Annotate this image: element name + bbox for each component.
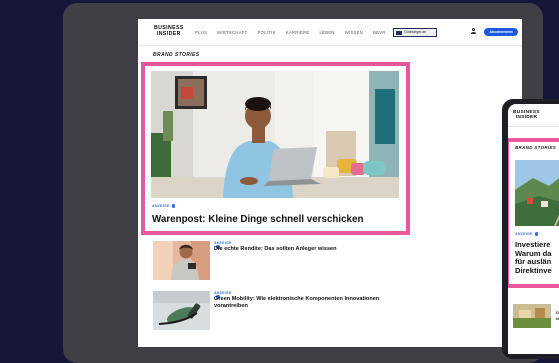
nav-item-karriere[interactable]: KARRIERE — [286, 30, 310, 35]
mobile-featured-image — [515, 160, 559, 226]
partner-badge[interactable]: Gütesiegel.de — [393, 28, 437, 37]
nav-item-bbvr[interactable]: BBVR — [373, 30, 386, 35]
article-thumbnail — [153, 291, 210, 330]
flag-icon — [396, 30, 402, 35]
divider — [508, 126, 559, 127]
phone-screen: BUSINESS INSIDER BRAND STORIES ANZEIGE I… — [508, 104, 559, 354]
nav-item-politik[interactable]: POLITIK — [258, 30, 276, 35]
mobile-site-logo[interactable]: BUSINESS INSIDER — [513, 110, 540, 120]
site-logo[interactable]: BUSINESS INSIDER — [154, 25, 184, 37]
article-thumbnail — [153, 241, 210, 280]
mobile-featured-title[interactable]: Investiere Warum da für auslän Direktinv… — [515, 240, 552, 275]
mobile-ad-tag: ANZEIGE — [515, 232, 539, 236]
nav-item-leben[interactable]: LEBEN — [320, 30, 335, 35]
info-icon — [171, 204, 176, 208]
info-icon — [534, 232, 539, 236]
site-header: BUSINESS INSIDER PLUS WIRTSCHAFT POLITIK… — [138, 19, 522, 46]
subscribe-button[interactable]: Abonnement — [484, 27, 518, 36]
featured-article-card[interactable]: ANZEIGE Warenpost: Kleine Dinge schnell … — [141, 62, 410, 235]
article-title[interactable]: Die echte Rendite: Das sollten Anleger w… — [214, 246, 394, 253]
nav-item-wirtschaft[interactable]: WIRTSCHAFT — [217, 30, 247, 35]
nav-item-wissen[interactable]: WISSEN — [345, 30, 363, 35]
main-nav: PLUS WIRTSCHAFT POLITIK KARRIERE LEBEN W… — [195, 30, 386, 35]
featured-ad-tag: ANZEIGE — [152, 204, 176, 208]
nav-item-plus[interactable]: PLUS — [195, 30, 207, 35]
article-title[interactable]: Green Mobility: Wie elektronische Kompon… — [214, 296, 394, 310]
mobile-section-title: BRAND STORIES — [515, 145, 557, 150]
section-title: BRAND STORIES — [153, 52, 200, 58]
mobile-article-title[interactable]: D N — [556, 310, 559, 321]
mobile-featured-card[interactable]: BRAND STORIES ANZEIGE Investiere Warum d… — [508, 138, 559, 288]
user-icon[interactable] — [471, 28, 476, 34]
featured-image — [151, 71, 399, 198]
mobile-article-thumbnail — [513, 304, 551, 328]
featured-title[interactable]: Warenpost: Kleine Dinge schnell verschic… — [152, 214, 363, 225]
laptop-screen: BUSINESS INSIDER PLUS WIRTSCHAFT POLITIK… — [138, 19, 522, 347]
